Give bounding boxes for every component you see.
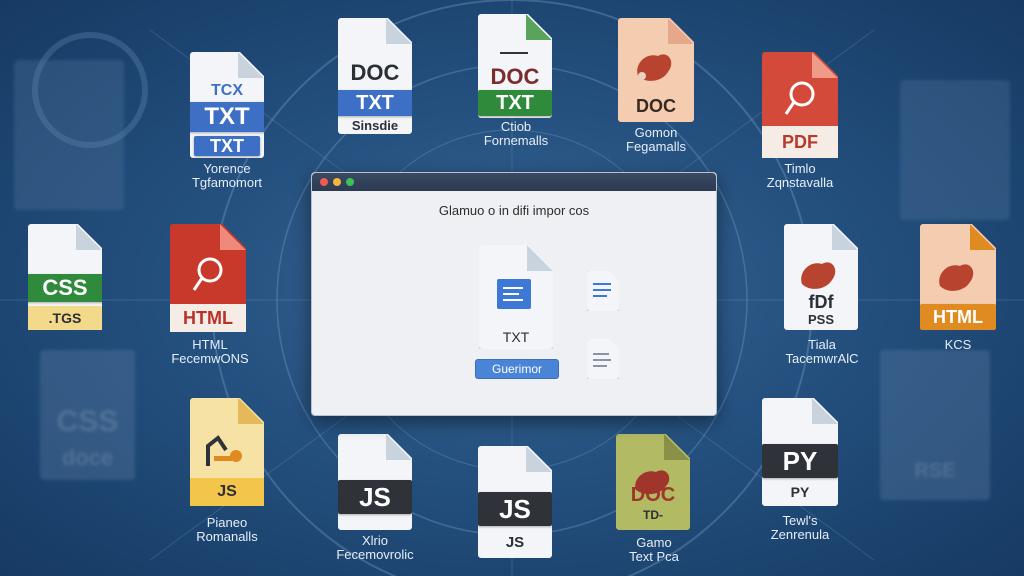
fdf-label: fDf — [808, 292, 834, 312]
fdf-caption: Tiala TacemwrAlC — [785, 337, 859, 366]
txt-caption: Yorence Tgfamomort — [191, 161, 263, 190]
window-title: Glamuo o in difi impor cos — [438, 203, 590, 218]
js-dark-caption: Xlrio Fecemovrolic — [336, 533, 414, 562]
pdf-label: PDF — [782, 132, 818, 152]
html-orange-caption: KCS — [944, 337, 972, 352]
doc-txt-band: TXT — [332, 90, 418, 116]
meat-icon — [934, 256, 980, 296]
doc-peach-file-icon[interactable]: DOC — [618, 18, 694, 122]
fold-corner — [238, 398, 264, 424]
doc-olive-sub-label: TD- — [643, 508, 663, 522]
ghost-file-rse: RSE — [880, 350, 990, 500]
doc-peach-caption: Gomon Fegamalls — [626, 125, 686, 154]
js-dark-band: JS — [338, 480, 412, 514]
doc-olive-file-icon[interactable]: DOC TD- — [616, 434, 690, 530]
js-dark-sub-label: JS — [505, 534, 525, 551]
doc-olive-caption: Gamo Text Pca — [629, 535, 679, 564]
fold-corner — [664, 434, 690, 460]
fold-corner — [832, 224, 858, 250]
doc-peach-label: DOC — [636, 96, 676, 116]
ghost-file-css: CSS doce — [40, 350, 135, 480]
js-yellow-caption: Pianeo Romanalls — [196, 515, 258, 544]
doc-green-label: DOC — [490, 64, 540, 89]
close-icon[interactable] — [320, 178, 328, 186]
doc-divider — [500, 52, 528, 54]
css-band: CSS — [22, 274, 108, 302]
ghost-file-right-top — [900, 80, 1010, 220]
fdf-file-icon[interactable]: fDf PSS — [784, 224, 858, 330]
css-file-icon[interactable]: CSS .TGS — [28, 224, 102, 330]
fold-corner — [812, 398, 838, 424]
meat-icon — [796, 254, 842, 294]
ghost-doce-label: doce — [61, 445, 114, 470]
doc-sub-label: Sinsdie — [351, 118, 399, 133]
doc-green-band: TXT — [478, 90, 552, 116]
py-band: PY — [762, 444, 838, 478]
fold-corner — [238, 52, 264, 78]
html-orange-file-icon[interactable]: HTML — [920, 224, 996, 330]
html-caption: HTML FecemwONS — [171, 337, 249, 366]
py-file-icon[interactable]: PY PY — [762, 398, 838, 506]
doc-olive-label: DOC — [630, 484, 676, 506]
window-titlebar — [312, 173, 716, 191]
fold-corner — [386, 434, 412, 460]
js-dark-file-icon-2[interactable]: JS JS — [478, 446, 552, 558]
meat-icon — [632, 46, 676, 86]
pdf-file-icon[interactable]: PDF — [762, 52, 838, 158]
txt-file-icon[interactable]: TCX TXT TXT — [190, 52, 264, 158]
html-file-icon[interactable]: HTML — [170, 224, 246, 332]
fold-corner — [527, 245, 553, 271]
doc-green-caption: Ctiob Fornemalls — [483, 119, 549, 148]
js-dark-file-icon[interactable]: JS — [338, 434, 412, 530]
html-symbol-icon — [188, 252, 228, 296]
txt-band-2: TXT — [194, 136, 260, 156]
py-caption: Tewl's Zenrenula — [770, 513, 830, 542]
js-yellow-file-icon[interactable]: JS — [190, 398, 264, 506]
ghost-rse-label: RSE — [914, 460, 956, 482]
txt-band: TXT — [184, 102, 270, 132]
minimize-icon[interactable] — [333, 178, 341, 186]
maximize-icon[interactable] — [346, 178, 354, 186]
fdf-sub-label: PSS — [807, 312, 834, 327]
js-gears-icon — [204, 432, 250, 472]
fold-corner — [812, 52, 838, 78]
center-file-label: TXT — [502, 329, 530, 345]
py-sub-label: PY — [790, 484, 810, 500]
html-orange-band: HTML — [920, 304, 996, 330]
fold-corner — [220, 224, 246, 250]
pdf-caption: Timlo Zqnstavalla — [766, 161, 834, 190]
fold-corner — [526, 446, 552, 472]
action-button[interactable]: Guerimor — [475, 359, 559, 379]
js-dark-band-2: JS — [478, 492, 552, 526]
ghost-css-label: CSS — [56, 405, 119, 438]
document-lines-icon — [497, 279, 531, 309]
js-yellow-label: JS — [217, 483, 237, 500]
doc-txt-file-icon[interactable]: DOC TXT Sinsdie — [338, 18, 412, 134]
fold-corner — [386, 18, 412, 44]
html-label: HTML — [183, 308, 233, 328]
css-sub-label: .TGS — [48, 310, 82, 326]
pdf-symbol-icon — [782, 78, 818, 118]
doc-green-file-icon[interactable]: DOC TXT — [478, 14, 552, 118]
fold-corner — [668, 18, 694, 44]
fold-corner — [970, 224, 996, 250]
ghost-file-left-top — [14, 60, 124, 210]
center-txt-file-icon[interactable]: TXT — [479, 245, 553, 349]
small-doc-icon-blue[interactable] — [587, 271, 619, 311]
fold-corner — [76, 224, 102, 250]
doc-label: DOC — [350, 60, 400, 85]
fold-corner — [526, 14, 552, 40]
txt-small-label: TCX — [211, 82, 243, 99]
import-dialog-window: Glamuo o in difi impor cos TXT Guerimor — [311, 172, 717, 416]
small-doc-icon-gray[interactable] — [587, 339, 619, 379]
